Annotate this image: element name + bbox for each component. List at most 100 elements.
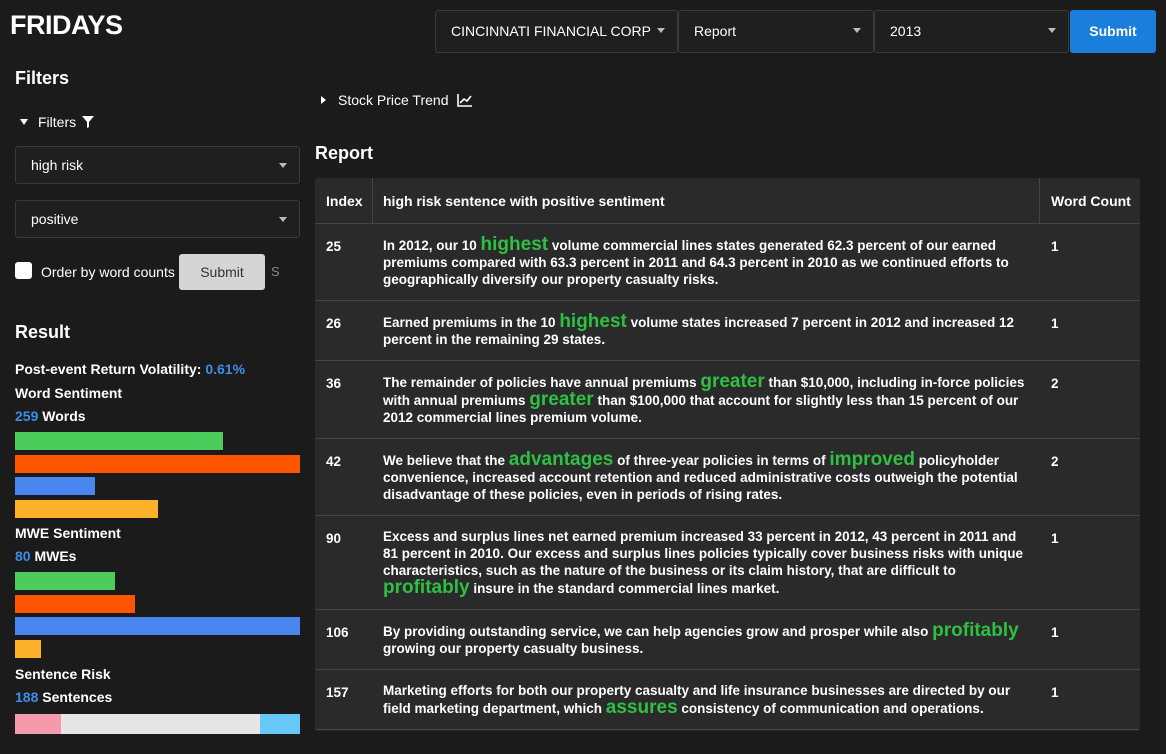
column-header-word-count[interactable]: Word Count xyxy=(1040,178,1140,223)
table-header: Index high risk sentence with positive s… xyxy=(315,178,1140,224)
mwe-count-unit: MWEs xyxy=(30,548,77,564)
row-word-count: 2 xyxy=(1051,376,1059,391)
sentiment-select[interactable]: positive xyxy=(15,200,300,238)
row-word-count: 1 xyxy=(1051,531,1059,546)
mwe-count-value: 80 xyxy=(15,548,31,564)
chevron-down-icon xyxy=(279,217,287,222)
row-index: 157 xyxy=(326,685,349,700)
sentence-count-unit: Sentences xyxy=(38,689,113,705)
filter-submit-button[interactable]: Submit xyxy=(179,254,265,290)
stock-price-trend-toggle[interactable]: Stock Price Trend xyxy=(321,92,473,108)
row-sentence: We believe that the advantages of three-… xyxy=(373,439,1040,515)
table-body: 25 In 2012, our 10 highest volume commerc… xyxy=(315,224,1140,730)
sentence-text: consistency of communication and operati… xyxy=(677,701,984,716)
mwe-sentiment-bar-positive xyxy=(15,572,115,590)
company-select[interactable]: CINCINNATI FINANCIAL CORP xyxy=(435,10,678,53)
filters-toggle[interactable]: Filters xyxy=(20,114,95,130)
word-sentiment-bar-negative xyxy=(15,454,300,473)
word-count-unit: Words xyxy=(38,408,86,424)
risk-select-value: high risk xyxy=(31,157,84,173)
table-row: 42 We believe that the advantages of thre… xyxy=(315,439,1140,516)
sentence-text: of three-year policies in terms of xyxy=(613,453,830,468)
highlighted-keyword: assures xyxy=(605,697,678,718)
row-index: 36 xyxy=(326,376,342,391)
filters-heading: Filters xyxy=(15,68,70,88)
sentence-risk-label: Sentence Risk xyxy=(15,666,111,682)
chevron-down-icon xyxy=(853,28,861,33)
sentence-count-line: 188 Sentences xyxy=(15,689,112,705)
chevron-down-icon xyxy=(279,163,287,168)
column-header-sentence[interactable]: high risk sentence with positive sentime… xyxy=(373,178,1040,223)
table-row: 157 Marketing efforts for both our proper… xyxy=(315,670,1140,730)
order-by-word-counts-checkbox[interactable] xyxy=(15,262,32,279)
filter-icon xyxy=(82,116,95,128)
row-word-count: 1 xyxy=(1051,239,1059,254)
sentence-text: Earned premiums in the 10 xyxy=(383,315,560,330)
row-sentence: Earned premiums in the 10 highest volume… xyxy=(373,301,1040,360)
company-select-value: CINCINNATI FINANCIAL CORP xyxy=(451,23,651,39)
mwe-sentiment-bar-litigious xyxy=(15,640,41,659)
highlighted-keyword: greater xyxy=(529,389,594,410)
sentence-text: Excess and surplus lines net earned prem… xyxy=(383,529,1024,578)
highlighted-keyword: profitably xyxy=(932,620,1019,641)
row-sentence: The remainder of policies have annual pr… xyxy=(373,361,1040,438)
report-table: Index high risk sentence with positive s… xyxy=(315,178,1140,731)
row-index: 25 xyxy=(326,239,342,254)
sentence-count-value: 188 xyxy=(15,689,39,705)
year-select[interactable]: 2013 xyxy=(874,10,1069,53)
column-header-index[interactable]: Index xyxy=(315,178,373,223)
highlighted-keyword: greater xyxy=(700,371,765,392)
sentence-risk-segment-high xyxy=(15,714,61,734)
mwe-sentiment-bar-uncertainty xyxy=(15,617,300,636)
table-row: 26 Earned premiums in the 10 highest volu… xyxy=(315,301,1140,361)
row-word-count: 2 xyxy=(1051,454,1059,469)
row-index: 42 xyxy=(326,454,342,469)
year-select-value: 2013 xyxy=(890,23,922,39)
app-logo: FRIDAYS xyxy=(10,10,123,40)
sentence-text: insure in the standard commercial lines … xyxy=(469,581,780,596)
row-sentence: Marketing efforts for both our property … xyxy=(373,670,1040,729)
view-select-value: Report xyxy=(694,23,737,39)
table-row: 25 In 2012, our 10 highest volume commerc… xyxy=(315,224,1140,301)
view-select[interactable]: Report xyxy=(678,10,874,53)
stock-price-trend-label: Stock Price Trend xyxy=(338,92,449,108)
chevron-down-icon xyxy=(657,28,665,33)
word-count-value: 259 xyxy=(15,408,39,424)
mwe-sentiment-bar-negative xyxy=(15,594,135,613)
volatility-value: 0.61% xyxy=(205,361,246,377)
word-sentiment-label: Word Sentiment xyxy=(15,385,123,401)
volatility-line: Post-event Return Volatility: 0.61% xyxy=(15,361,245,377)
volatility-label: Post-event Return Volatility: xyxy=(15,361,202,377)
caret-down-icon xyxy=(20,119,28,125)
report-heading: Report xyxy=(315,143,373,163)
highlighted-keyword: highest xyxy=(480,234,549,255)
mwe-count-line: 80 MWEs xyxy=(15,548,76,564)
sentiment-select-value: positive xyxy=(31,211,79,227)
word-count-line: 259 Words xyxy=(15,408,86,424)
table-row: 106 By providing outstanding service, we … xyxy=(315,610,1140,670)
sentence-text: In 2012, our 10 xyxy=(383,238,481,253)
sentence-text: growing our property casualty business. xyxy=(383,641,644,656)
row-sentence: In 2012, our 10 highest volume commercia… xyxy=(373,224,1040,300)
sentence-text: We believe that the xyxy=(383,453,509,468)
mwe-sentiment-label: MWE Sentiment xyxy=(15,525,121,541)
filters-toggle-label: Filters xyxy=(38,114,77,130)
line-chart-icon xyxy=(456,94,472,107)
row-sentence: By providing outstanding service, we can… xyxy=(373,610,1040,669)
chevron-down-icon xyxy=(1048,28,1056,33)
sentence-text: By providing outstanding service, we can… xyxy=(383,624,933,639)
risk-select[interactable]: high risk xyxy=(15,146,300,184)
row-word-count: 1 xyxy=(1051,685,1059,700)
sentence-risk-segment-low xyxy=(260,714,300,734)
word-sentiment-bar-litigious xyxy=(15,500,158,519)
row-index: 26 xyxy=(326,316,342,331)
sentence-text: The remainder of policies have annual pr… xyxy=(383,375,701,390)
highlighted-keyword: profitably xyxy=(383,577,470,598)
truncated-text: S xyxy=(271,264,280,279)
table-row: 90 Excess and surplus lines net earned pr… xyxy=(315,516,1140,610)
row-index: 106 xyxy=(326,625,349,640)
order-by-word-counts-label: Order by word counts xyxy=(41,264,175,280)
submit-button[interactable]: Submit xyxy=(1070,10,1156,53)
row-word-count: 1 xyxy=(1051,625,1059,640)
table-row: 36 The remainder of policies have annual … xyxy=(315,361,1140,439)
